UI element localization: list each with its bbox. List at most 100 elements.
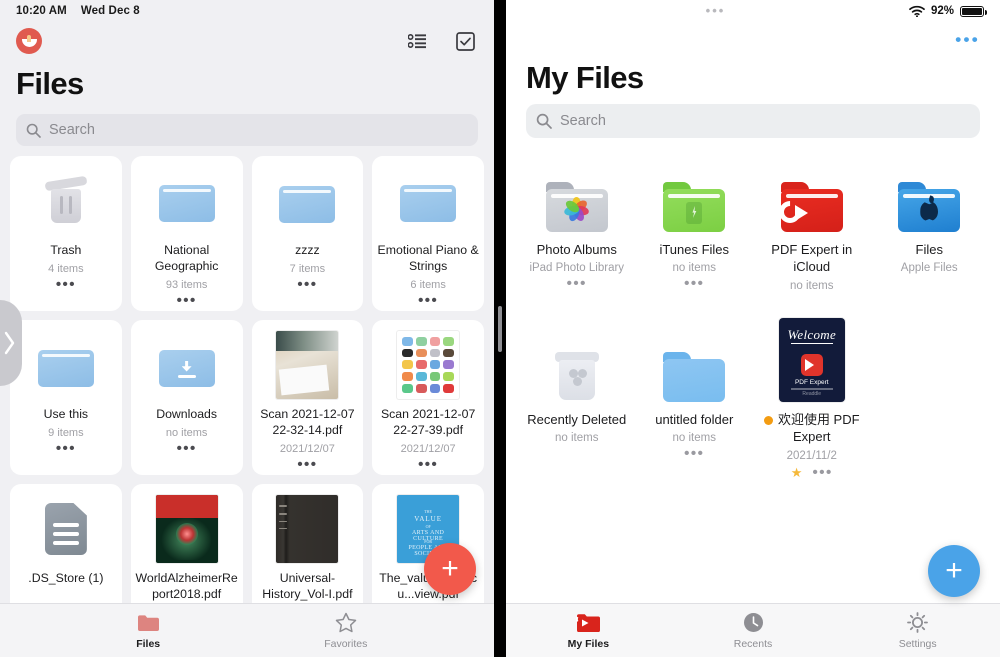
file-name: Use this: [43, 407, 89, 421]
tab-files[interactable]: Files: [99, 612, 198, 650]
file-meta: no items: [790, 279, 834, 292]
welcome-thumb-app: PDF Expert: [794, 379, 829, 386]
file-meta: 2021/12/07: [279, 443, 335, 455]
file-card[interactable]: Trash 4 items •••: [10, 156, 122, 311]
battery-percent: 92%: [930, 5, 954, 17]
file-name: Universal-History_Vol-I.pdf: [262, 571, 353, 602]
split-view-divider[interactable]: [494, 0, 506, 657]
file-more-menu[interactable]: •••: [297, 457, 317, 472]
file-more-menu[interactable]: •••: [418, 457, 438, 472]
file-more-menu[interactable]: •••: [418, 293, 438, 308]
search-icon: [26, 123, 41, 138]
file-cell[interactable]: PDF Expert in iCloud no items: [753, 156, 871, 316]
file-card[interactable]: Scan 2021-12-07 22-32-14.pdf 2021/12/07 …: [251, 320, 364, 475]
scan-screenshot-thumbnail: [397, 330, 460, 399]
side-drawer-chevron[interactable]: [0, 300, 22, 386]
tab-label: Recents: [733, 637, 773, 650]
file-name: iTunes Files: [659, 242, 730, 257]
file-more-menu[interactable]: •••: [567, 276, 587, 291]
file-card[interactable]: .DS_Store (1): [10, 484, 122, 603]
file-card[interactable]: Universal-History_Vol-I.pdf: [251, 484, 364, 603]
file-card[interactable]: WorldAlzheimerReport2018.pdf: [130, 484, 243, 603]
clock-tab-icon: [743, 612, 764, 634]
file-more-menu[interactable]: •••: [56, 277, 76, 292]
status-bar-left: 10:20 AM Wed Dec 8: [0, 0, 494, 22]
search-bar-right[interactable]: Search: [526, 104, 980, 138]
file-cell[interactable]: Welcome PDF Expert Readdle 欢迎使用 PDF Expe…: [753, 318, 871, 486]
file-cell[interactable]: Recently Deleted no items: [518, 326, 636, 486]
search-input-right[interactable]: Search: [560, 113, 606, 129]
tab-label: Favorites: [324, 637, 368, 650]
add-file-button-right[interactable]: +: [928, 545, 980, 597]
file-meta: 93 items: [165, 279, 208, 291]
book-cover-thumbnail: [276, 495, 339, 563]
favorite-star-icon[interactable]: ★: [791, 466, 803, 479]
list-view-icon[interactable]: [404, 28, 430, 54]
file-more-menu[interactable]: •••: [177, 293, 197, 308]
file-meta: no items: [672, 432, 716, 445]
documents-app-panel: 10:20 AM Wed Dec 8 Files Search Trash 4 …: [0, 0, 494, 657]
right-navbar: •••: [506, 22, 1000, 58]
file-name: Recently Deleted: [527, 412, 627, 427]
photos-folder-icon: [545, 182, 608, 232]
file-name: 欢迎使用 PDF Expert: [758, 411, 866, 446]
file-name: National Geographic: [154, 242, 219, 273]
file-card[interactable]: Emotional Piano & Strings 6 items •••: [372, 156, 484, 311]
file-name: Downloads: [156, 407, 218, 421]
file-more-menu[interactable]: •••: [56, 441, 76, 456]
file-card[interactable]: Scan 2021-12-07 22-27-39.pdf 2021/12/07 …: [372, 320, 484, 475]
more-options-icon[interactable]: •••: [955, 31, 980, 48]
file-cell[interactable]: untitled folder no items •••: [636, 326, 754, 486]
file-more-menu[interactable]: •••: [177, 441, 197, 456]
gear-tab-icon: [907, 612, 929, 634]
file-name: untitled folder: [655, 412, 734, 427]
files-grid-left: Trash 4 items ••• National Geographic 93…: [0, 146, 494, 603]
tab-my-files[interactable]: My Files: [506, 612, 671, 650]
file-card[interactable]: Use this 9 items •••: [10, 320, 122, 475]
readdle-documents-logo[interactable]: [16, 28, 42, 54]
wifi-icon: [909, 5, 925, 17]
tab-recents[interactable]: Recents: [671, 612, 836, 650]
downloads-folder-icon: [158, 344, 215, 387]
tab-label: Files: [136, 637, 161, 650]
file-more-menu[interactable]: •••: [297, 277, 317, 292]
select-checkbox-icon[interactable]: [452, 28, 478, 54]
file-card[interactable]: Downloads no items •••: [130, 320, 243, 475]
file-more-menu[interactable]: •••: [812, 465, 832, 480]
recently-deleted-icon: [550, 348, 604, 402]
scan-photo-thumbnail: [276, 330, 339, 399]
pdf-expert-panel: ••• 92% ••• My Files Search Photo Albums…: [506, 0, 1000, 657]
file-meta: Apple Files: [900, 262, 958, 275]
file-meta: 7 items: [289, 263, 326, 276]
search-icon: [536, 113, 552, 129]
search-bar-left[interactable]: Search: [16, 114, 478, 146]
add-file-button-left[interactable]: +: [424, 543, 476, 595]
split-view-divider-grip[interactable]: [498, 306, 502, 352]
split-handle-dots[interactable]: •••: [522, 4, 909, 17]
file-cell[interactable]: Files Apple Files: [871, 156, 989, 316]
file-name-text: 欢迎使用 PDF Expert: [777, 412, 860, 445]
split-screen-root: 10:20 AM Wed Dec 8 Files Search Trash 4 …: [0, 0, 1000, 657]
chevron-right-icon: [4, 331, 15, 355]
file-cell[interactable]: iTunes Files no items •••: [636, 156, 754, 316]
folder-tab-icon: [137, 612, 160, 634]
page-title-left: Files: [16, 66, 84, 101]
status-bar-right: ••• 92%: [506, 0, 1000, 22]
file-more-menu[interactable]: •••: [684, 276, 704, 291]
file-meta: 6 items: [410, 279, 446, 291]
tab-settings[interactable]: Settings: [835, 612, 1000, 650]
file-card[interactable]: National Geographic 93 items •••: [130, 156, 243, 311]
apple-files-folder-icon: [898, 182, 961, 232]
file-name: .DS_Store (1): [28, 571, 104, 585]
pdf-cover-thumbnail: [155, 495, 218, 563]
file-name: Trash: [50, 243, 82, 257]
file-cell[interactable]: Photo Albums iPad Photo Library •••: [518, 156, 636, 316]
file-more-menu[interactable]: •••: [684, 446, 704, 461]
left-navbar: [0, 22, 494, 60]
search-input-left[interactable]: Search: [49, 122, 95, 138]
welcome-thumb-title: Welcome: [787, 327, 837, 342]
file-name: Emotional Piano & Strings: [377, 242, 479, 273]
file-card[interactable]: zzzz 7 items •••: [251, 156, 364, 311]
tab-favorites[interactable]: Favorites: [296, 612, 395, 650]
tab-label: My Files: [567, 637, 610, 650]
